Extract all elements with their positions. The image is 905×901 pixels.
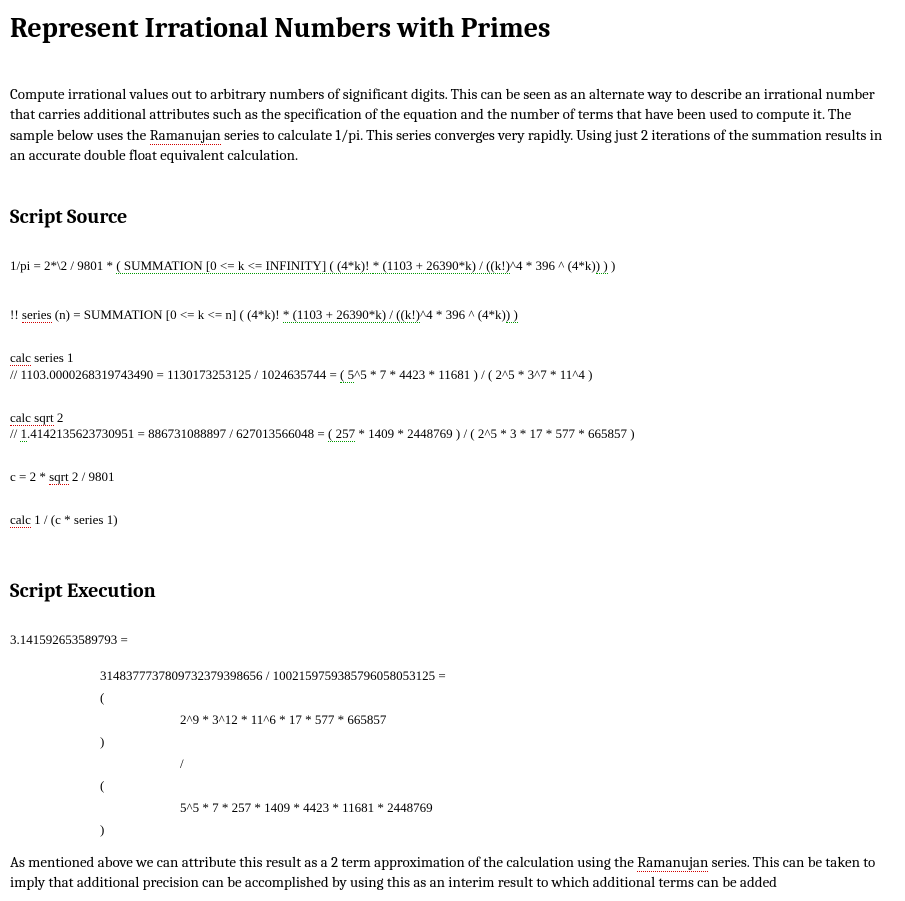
exec-denominator: 5^5 * 7 * 257 * 1409 * 4423 * 11681 * 24… <box>180 800 895 816</box>
exec-rparen-1: ) <box>100 734 895 750</box>
source-line-1: 1/pi = 2*\2 / 9801 * ( SUMMATION [0 <= k… <box>10 258 895 275</box>
source-line-4: calc sqrt 2 // 1.4142135623730951 = 8867… <box>10 410 895 444</box>
page-title: Represent Irrational Numbers with Primes <box>10 12 895 44</box>
src3-e: ^5 * 7 * 4423 * 11681 ) / ( 2^5 * 3^7 * … <box>354 367 592 382</box>
outro-ramanujan: Ramanujan <box>637 853 708 872</box>
src4-g: * 1409 * 2448769 ) / ( 2^5 * 3 * 17 * 57… <box>355 426 634 441</box>
exec-slash: / <box>180 756 895 772</box>
src2-b: series <box>22 307 52 323</box>
src1-e: ) ) <box>596 258 608 274</box>
source-line-3: calc series 1 // 1103.0000268319743490 =… <box>10 350 895 384</box>
src5-a: c = 2 * <box>10 469 49 484</box>
src3-d: ( 5 <box>340 367 354 383</box>
src2-f: ) ) <box>506 307 518 323</box>
src4-b: 2 <box>54 410 64 425</box>
src3-a: calc <box>10 350 31 366</box>
source-line-6: calc 1 / (c * series 1) <box>10 512 895 529</box>
exec-fraction: 31483777378097323793986​56 / 10021597593… <box>100 668 895 684</box>
source-line-2: !! series (n) = SUMMATION [0 <= k <= n] … <box>10 307 895 324</box>
src6-b: 1 / (c * series 1) <box>31 512 118 527</box>
src6-a: calc <box>10 512 31 528</box>
src5-b: sqrt <box>49 469 69 485</box>
src4-c: // <box>10 426 20 441</box>
script-source-heading: Script Source <box>10 205 895 228</box>
script-execution-heading: Script Execution <box>10 579 895 602</box>
exec-rparen-2: ) <box>100 822 895 838</box>
exec-numerator: 2^9 * 3^12 * 11^6 * 17 * 577 * 665857 <box>180 712 895 728</box>
ramanujan-word: Ramanujan <box>150 126 221 145</box>
exec-lparen-2: ( <box>100 778 895 794</box>
src1-f: ) <box>608 258 616 273</box>
src5-c: 2 / 9801 <box>69 469 115 484</box>
src2-c: (n) = SUMMATION [0 <= k <= n] ( (4*k)! <box>52 307 283 322</box>
src4-a: calc sqrt <box>10 410 54 426</box>
source-line-5: c = 2 * sqrt 2 / 9801 <box>10 469 895 486</box>
src1-b: ( SUMMATION [0 <= k <= INFINITY] ( (4*k)… <box>116 258 372 274</box>
src3-c: // 1103.0000268319743490 = 1130173253125… <box>10 367 340 382</box>
intro-paragraph: Compute irrational values out to arbitra… <box>10 84 895 165</box>
src2-d: * (1103 + 26390*k) / ((k!) <box>283 307 420 323</box>
outro-a: As mentioned above we can attribute this… <box>10 853 637 871</box>
src1-a: 1/pi = 2*\2 / 9801 * <box>10 258 116 273</box>
src1-d: ^4 * 396 ^ (4*k) <box>510 258 596 273</box>
src1-c: * (1103 + 26390*k) / ((k!) <box>373 258 510 274</box>
exec-lparen-1: ( <box>100 690 895 706</box>
src2-e: ^4 * 396 ^ (4*k) <box>420 307 506 322</box>
exec-result: 3.141592653589793 = <box>10 632 895 648</box>
src2-a: !! <box>10 307 22 322</box>
src4-f: ( 257 <box>328 426 355 442</box>
src3-b: series 1 <box>31 350 74 365</box>
outro-paragraph: As mentioned above we can attribute this… <box>10 852 895 893</box>
src4-e: .4142135623730951 = 886731088897 / 62701… <box>27 426 328 441</box>
